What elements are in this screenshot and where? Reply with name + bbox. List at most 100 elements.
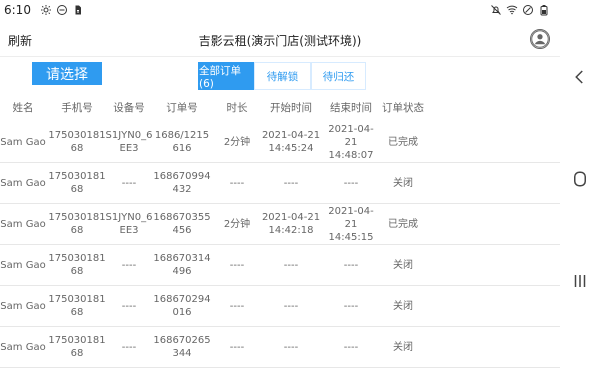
status-left-icons bbox=[40, 4, 84, 16]
cell-order-line: 168670314 bbox=[153, 253, 211, 264]
back-chevron-icon[interactable] bbox=[571, 68, 589, 86]
cell-status-text: 关闭 bbox=[393, 177, 413, 189]
cell-phone-line: 68 bbox=[70, 184, 84, 195]
cell-start-time-line: 2021-04-21 bbox=[261, 130, 321, 141]
wifi-icon bbox=[506, 4, 518, 16]
cell-device-line: EE3 bbox=[119, 225, 139, 236]
page-title: 吉影云租(演示门店(测试环境)) bbox=[198, 34, 362, 48]
cell-end-time-line: ---- bbox=[343, 341, 359, 353]
cell-phone-line: 68 bbox=[70, 143, 84, 154]
table-row[interactable]: Sam Gao 175030181 68 ---- 168670265 344 ---- --… bbox=[0, 327, 560, 368]
cell-order: 168670294 016 bbox=[150, 286, 214, 326]
cell-phone-line: 175030181 bbox=[48, 335, 106, 346]
cell-status: 关闭 bbox=[380, 163, 426, 203]
cell-end-time: 2021-04-21 14:48:07 bbox=[322, 122, 380, 162]
navigation-rail bbox=[560, 0, 600, 360]
cell-name-text: Sam Gao bbox=[0, 177, 46, 189]
bell-off-icon bbox=[490, 4, 502, 16]
cell-start-time: ---- bbox=[260, 286, 322, 326]
cell-order-line: 456 bbox=[172, 225, 192, 236]
recents-icon[interactable] bbox=[571, 272, 589, 290]
cell-duration: ---- bbox=[214, 286, 260, 326]
filter-bar: 请选择 全部订单(6) 待解锁 待归还 bbox=[0, 56, 560, 94]
cell-phone-line: 68 bbox=[70, 307, 84, 318]
table-row[interactable]: Sam Gao 175030181 68 ---- 168670294 016 ---- --… bbox=[0, 286, 560, 327]
cell-order: 168670265 344 bbox=[150, 327, 214, 367]
cell-start-time-line: 14:42:18 bbox=[268, 225, 314, 236]
cell-phone-line: 175030181 bbox=[48, 130, 106, 141]
avatar[interactable] bbox=[530, 29, 550, 49]
cell-device: ---- bbox=[106, 327, 152, 367]
cell-phone: 175030181 68 bbox=[48, 163, 106, 203]
cell-order-line: 168670294 bbox=[153, 294, 211, 305]
cell-order-line: 168670355 bbox=[153, 212, 211, 223]
cell-name: Sam Gao bbox=[0, 163, 46, 203]
cell-device: ---- bbox=[106, 286, 152, 326]
cell-start-time: ---- bbox=[260, 327, 322, 367]
home-circle-icon[interactable] bbox=[571, 170, 589, 188]
cell-order-line: 432 bbox=[172, 184, 192, 195]
cell-order-line: 016 bbox=[172, 307, 192, 318]
cell-end-time-line: 2021-04-21 bbox=[328, 205, 374, 230]
cell-status: 关闭 bbox=[380, 327, 426, 367]
cell-end-time-line: 14:45:15 bbox=[328, 231, 374, 243]
cell-order: 168670355 456 bbox=[150, 204, 214, 244]
table-row[interactable]: Sam Gao 175030181 68 ---- 168670314 496 ---- --… bbox=[0, 245, 560, 286]
cell-order-line: 168670994 bbox=[153, 171, 211, 182]
order-table: 姓名 手机号 设备号 订单号 时长 开始时间 结束时间 订单状态 Sam Gao… bbox=[0, 94, 560, 368]
cell-duration: ---- bbox=[214, 327, 260, 367]
cell-status: 关闭 bbox=[380, 286, 426, 326]
cell-status: 已完成 bbox=[380, 122, 426, 162]
tab-pending-return[interactable]: 待归还 bbox=[311, 62, 366, 90]
cell-end-time-line: ---- bbox=[343, 300, 359, 312]
cell-phone-line: 175030181 bbox=[48, 171, 106, 182]
table-row[interactable]: Sam Gao 175030181 68 ---- 168670994 432 ---- --… bbox=[0, 163, 560, 204]
cell-status-text: 关闭 bbox=[393, 259, 413, 271]
column-header-device: 设备号 bbox=[113, 101, 145, 114]
cell-status-text: 已完成 bbox=[388, 218, 418, 230]
refresh-button[interactable]: 刷新 bbox=[8, 32, 32, 49]
cell-device-line: ---- bbox=[121, 259, 137, 271]
status-time: 6:10 bbox=[4, 3, 31, 17]
cell-start-time: ---- bbox=[260, 163, 322, 203]
select-dropdown[interactable]: 请选择 bbox=[32, 62, 102, 85]
table-row[interactable]: Sam Gao 175030181 68 S1JYN0_6 EE3 168670355 45… bbox=[0, 204, 560, 245]
cell-phone-line: 68 bbox=[70, 225, 84, 236]
cell-phone: 175030181 68 bbox=[48, 122, 106, 162]
cell-end-time: ---- bbox=[322, 286, 380, 326]
cell-order-line: 344 bbox=[172, 348, 192, 359]
cell-name: Sam Gao bbox=[0, 122, 46, 162]
minus-circle-icon bbox=[56, 4, 68, 16]
cell-order-line: 496 bbox=[172, 266, 192, 277]
cell-order-line: 1686/1215 bbox=[154, 130, 210, 141]
column-header-order: 订单号 bbox=[166, 101, 198, 114]
table-row[interactable]: Sam Gao 175030181 68 S1JYN0_6 EE3 1686/1215 61… bbox=[0, 122, 560, 163]
status-right-icons bbox=[490, 4, 550, 16]
cell-name: Sam Gao bbox=[0, 327, 46, 367]
cell-device-line: ---- bbox=[121, 300, 137, 312]
cell-status: 已完成 bbox=[380, 204, 426, 244]
cell-phone-line: 175030181 bbox=[48, 212, 106, 223]
cell-start-time-line: ---- bbox=[283, 177, 299, 189]
user-icon bbox=[531, 30, 549, 48]
cell-phone-line: 68 bbox=[70, 348, 84, 359]
cell-name: Sam Gao bbox=[0, 286, 46, 326]
cell-duration: 2分钟 bbox=[214, 122, 260, 162]
cell-status: 关闭 bbox=[380, 245, 426, 285]
cell-device: ---- bbox=[106, 245, 152, 285]
cell-start-time-line: ---- bbox=[283, 341, 299, 353]
cell-phone-line: 175030181 bbox=[48, 294, 106, 305]
table-header: 姓名 手机号 设备号 订单号 时长 开始时间 结束时间 订单状态 bbox=[0, 94, 560, 122]
cell-duration-text: 2分钟 bbox=[223, 218, 251, 230]
cell-duration-text: ---- bbox=[229, 341, 245, 353]
cell-phone: 175030181 68 bbox=[48, 204, 106, 244]
cell-device: S1JYN0_6 EE3 bbox=[106, 204, 153, 244]
app-header: 刷新 吉影云租(演示门店(测试环境)) bbox=[0, 24, 560, 57]
battery-icon bbox=[538, 4, 550, 16]
cell-name-text: Sam Gao bbox=[0, 136, 46, 148]
cell-duration-text: ---- bbox=[229, 300, 245, 312]
tab-all-orders[interactable]: 全部订单(6) bbox=[198, 62, 254, 90]
cell-duration-text: 2分钟 bbox=[223, 136, 251, 148]
cell-device-line: EE3 bbox=[119, 143, 139, 154]
tab-pending-unlock[interactable]: 待解锁 bbox=[254, 62, 311, 90]
